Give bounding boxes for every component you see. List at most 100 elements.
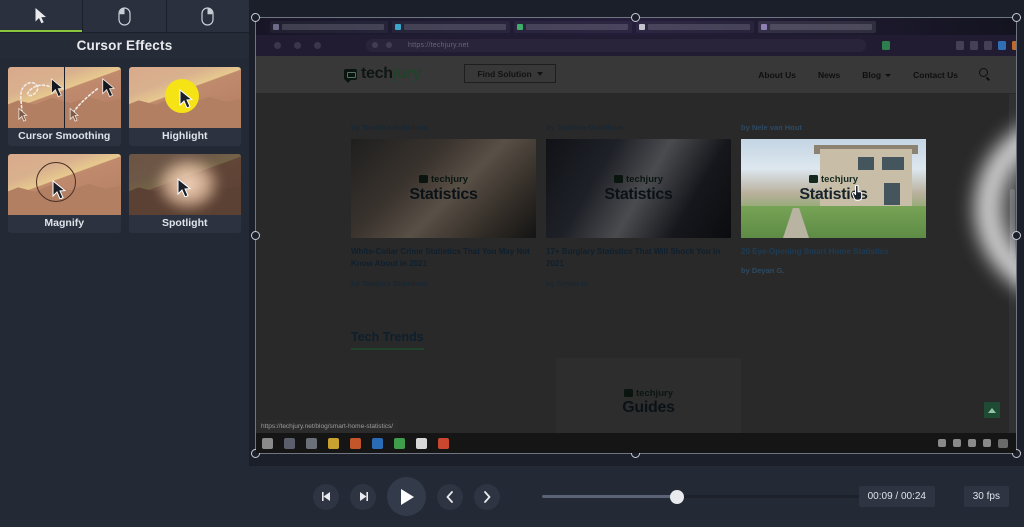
extension-icon[interactable]	[998, 41, 1006, 50]
article-byline-bottom: by Teodora Dobrilova	[351, 278, 428, 288]
taskbar-app-icon[interactable]	[372, 437, 383, 449]
sidebar-item-right-click[interactable]	[167, 0, 249, 32]
nav-item-news[interactable]: News	[818, 70, 840, 80]
extension-icon[interactable]	[984, 41, 992, 50]
extension-icon[interactable]	[956, 41, 964, 50]
taskbar-app-icon[interactable]	[328, 437, 339, 449]
site-logo[interactable]: techjury	[344, 65, 421, 83]
taskbar-app-icon[interactable]	[438, 437, 449, 449]
mouse-cursor-pointer-icon	[851, 185, 863, 201]
browser-tab[interactable]	[270, 21, 388, 33]
step-forward-icon	[359, 492, 368, 501]
logo-text-secondary: jury	[392, 65, 421, 82]
previous-frame-button[interactable]	[313, 483, 339, 510]
search-icon[interactable]	[979, 68, 988, 77]
spotlight-thumb	[128, 154, 241, 215]
cursor-effects-panel: Cursor Effects Cursor Smoothing Highligh…	[0, 0, 249, 466]
tray-icon[interactable]	[983, 439, 991, 447]
sidebar-item-left-click[interactable]	[83, 0, 167, 32]
overlay-logo-text: techjury	[821, 173, 858, 185]
bookmark-star-icon[interactable]	[882, 41, 890, 50]
section-heading: Tech Trends	[351, 330, 424, 350]
reload-button[interactable]	[294, 42, 301, 49]
effect-label: Cursor Smoothing	[18, 130, 111, 142]
start-button-icon[interactable]	[262, 437, 273, 449]
site-header: techjury Find Solution About Us News Blo…	[256, 56, 1016, 93]
browser-tab-active[interactable]	[758, 21, 876, 33]
resize-handle-top-center[interactable]	[631, 13, 640, 22]
cursor-smoothing-thumb	[8, 67, 121, 128]
nav-item-contact-us[interactable]: Contact Us	[913, 70, 958, 80]
taskbar-app-icon[interactable]	[350, 437, 361, 449]
overlay-logo-text: techjury	[626, 173, 663, 185]
find-solution-button[interactable]: Find Solution	[464, 64, 556, 83]
play-icon	[401, 488, 414, 505]
nav-label: Blog	[862, 70, 882, 80]
video-canvas[interactable]: https://techjury.net techjury Find Solut…	[256, 18, 1016, 453]
sidebar-item-cursor[interactable]	[0, 0, 84, 32]
tray-icon[interactable]	[938, 439, 946, 447]
resize-handle-middle-right[interactable]	[1012, 230, 1021, 240]
browser-tab[interactable]	[636, 21, 754, 33]
resize-handle-top-right[interactable]	[1012, 13, 1021, 22]
video-selection-frame[interactable]: https://techjury.net techjury Find Solut…	[251, 13, 1021, 458]
article-title[interactable]: 20 Eye-Opening Smart Home Statistics	[741, 246, 926, 258]
highlight-thumb	[128, 67, 241, 128]
article-byline-top: by Nele van Hout	[741, 123, 802, 132]
next-frame-button[interactable]	[350, 483, 376, 510]
article-card[interactable]: by Teodora Dobrilova techjury Statistics…	[351, 123, 536, 288]
effect-card-magnify[interactable]: Magnify	[8, 154, 121, 233]
article-card[interactable]: by Teodora Dobrilova techjury Statistics…	[546, 123, 731, 288]
nav-label: About Us	[758, 70, 797, 80]
nav-label: Contact Us	[913, 70, 958, 80]
back-button[interactable]	[274, 42, 281, 49]
address-bar[interactable]: https://techjury.net	[366, 39, 866, 52]
tray-icon[interactable]	[953, 439, 961, 447]
page-scrollbar[interactable]	[1009, 94, 1016, 433]
action-center-icon[interactable]	[998, 438, 1008, 448]
link-status-tooltip: https://techjury.net/blog/smart-home-sta…	[256, 420, 399, 433]
overlay-category-label: Statistics	[604, 185, 673, 203]
resize-handle-top-left[interactable]	[251, 13, 260, 22]
chevron-right-icon	[484, 490, 491, 503]
find-solution-label: Find Solution	[477, 68, 532, 79]
tray-icon[interactable]	[968, 439, 976, 447]
article-card-highlighted[interactable]: by Nele van Hout techjury Statistics 20 …	[741, 123, 926, 275]
browser-tab[interactable]	[514, 21, 632, 33]
overlay-logo-text: techjury	[431, 173, 468, 185]
browser-tab[interactable]	[392, 21, 510, 33]
techjury-logo-icon	[624, 389, 634, 397]
scroll-to-top-icon[interactable]	[984, 402, 1000, 418]
next-marker-button[interactable]	[474, 483, 500, 510]
home-button[interactable]	[314, 42, 321, 49]
nav-item-about-us[interactable]: About Us	[758, 70, 796, 80]
resize-handle-middle-left[interactable]	[251, 230, 260, 240]
preview-area: https://techjury.net techjury Find Solut…	[249, 0, 1024, 466]
mouse-right-click-icon	[201, 6, 214, 26]
article-title[interactable]: 17+ Burglary Statistics That Will Shock …	[546, 246, 731, 271]
site-navigation: About Us News Blog Contact Us	[758, 70, 958, 80]
article-title[interactable]: White-Collar Crime Statistics That You M…	[351, 246, 536, 271]
nav-label: News	[818, 70, 841, 80]
previous-marker-button[interactable]	[437, 483, 463, 510]
magnify-thumb	[8, 154, 121, 215]
chevron-left-icon	[446, 490, 453, 503]
app-root: Cursor Effects Cursor Smoothing Highligh…	[0, 0, 1024, 527]
timeline-slider[interactable]	[542, 486, 887, 508]
taskbar-app-icon[interactable]	[306, 437, 317, 449]
effect-card-cursor-smoothing[interactable]: Cursor Smoothing	[8, 67, 121, 146]
extension-icon[interactable]	[1012, 41, 1016, 50]
timeline-knob[interactable]	[669, 489, 684, 504]
nav-item-blog[interactable]: Blog	[862, 70, 892, 80]
taskbar-app-icon[interactable]	[416, 437, 427, 449]
taskbar-app-icon[interactable]	[394, 437, 405, 449]
timeline-fill	[542, 495, 677, 498]
effect-card-highlight[interactable]: Highlight	[128, 67, 241, 146]
extension-icon[interactable]	[970, 41, 978, 50]
chevron-down-icon	[536, 71, 543, 76]
web-page: techjury Find Solution About Us News Blo…	[256, 56, 1016, 453]
play-button[interactable]	[387, 477, 426, 516]
effect-card-spotlight[interactable]: Spotlight	[128, 154, 241, 233]
taskbar-app-icon[interactable]	[284, 437, 295, 449]
playback-controls: 00:09 / 00:24 30 fps	[249, 466, 1024, 527]
